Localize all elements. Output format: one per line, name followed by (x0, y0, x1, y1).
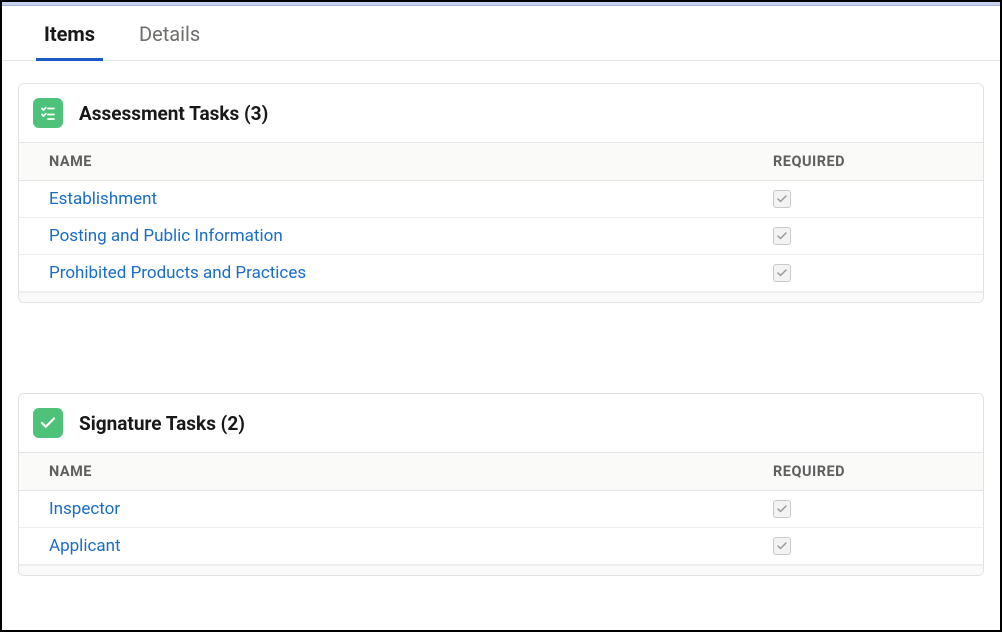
card-footer (19, 292, 983, 302)
required-checkbox (773, 500, 791, 518)
required-checkbox (773, 537, 791, 555)
column-headers: NAME REQUIRED (19, 142, 983, 181)
column-name: NAME (49, 463, 773, 480)
card-title: Signature Tasks (2) (79, 412, 245, 435)
task-link-applicant[interactable]: Applicant (49, 536, 773, 556)
required-checkbox (773, 264, 791, 282)
required-cell (773, 500, 953, 518)
table-row: Applicant (19, 528, 983, 565)
card-footer (19, 565, 983, 575)
card-header: Signature Tasks (2) (19, 394, 983, 452)
signature-tasks-card: Signature Tasks (2) NAME REQUIRED Inspec… (18, 393, 984, 576)
main-content: Assessment Tasks (3) NAME REQUIRED Estab… (2, 61, 1000, 602)
task-link-posting[interactable]: Posting and Public Information (49, 226, 773, 246)
column-name: NAME (49, 153, 773, 170)
column-required: REQUIRED (773, 153, 953, 170)
task-link-prohibited[interactable]: Prohibited Products and Practices (49, 263, 773, 283)
required-cell (773, 537, 953, 555)
table-row: Posting and Public Information (19, 218, 983, 255)
assessment-tasks-card: Assessment Tasks (3) NAME REQUIRED Estab… (18, 83, 984, 303)
required-checkbox (773, 227, 791, 245)
table-row: Prohibited Products and Practices (19, 255, 983, 292)
tab-details[interactable]: Details (117, 6, 222, 60)
column-headers: NAME REQUIRED (19, 452, 983, 491)
task-link-establishment[interactable]: Establishment (49, 189, 773, 209)
task-list-icon (33, 98, 63, 128)
required-cell (773, 227, 953, 245)
tab-bar: Items Details (2, 6, 1000, 61)
table-row: Inspector (19, 491, 983, 528)
tab-items[interactable]: Items (22, 6, 117, 60)
required-checkbox (773, 190, 791, 208)
required-cell (773, 264, 953, 282)
card-header: Assessment Tasks (3) (19, 84, 983, 142)
table-row: Establishment (19, 181, 983, 218)
checkmark-icon (33, 408, 63, 438)
required-cell (773, 190, 953, 208)
column-required: REQUIRED (773, 463, 953, 480)
task-link-inspector[interactable]: Inspector (49, 499, 773, 519)
card-title: Assessment Tasks (3) (79, 102, 268, 125)
